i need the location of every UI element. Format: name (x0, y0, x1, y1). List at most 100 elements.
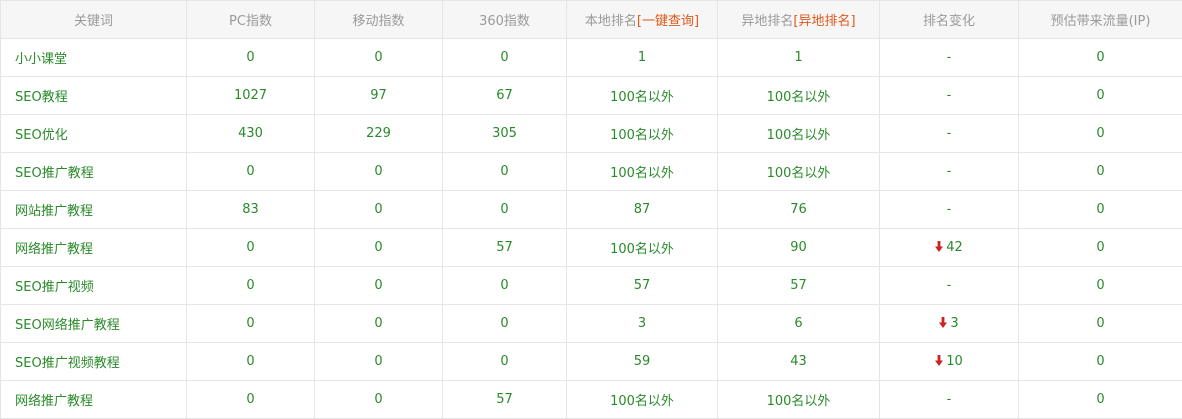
cell-keyword: 网络推广教程 (1, 381, 187, 419)
cell-mobile-index: 229 (315, 115, 443, 153)
cell-estimated-traffic: 0 (1019, 229, 1182, 267)
table-row: SEO网络推广教程0003630 (1, 305, 1182, 343)
table-row: 小小课堂00011-0 (1, 39, 1182, 77)
cell-estimated-traffic: 0 (1019, 267, 1182, 305)
cell-mobile-index: 0 (315, 229, 443, 267)
cell-estimated-traffic: 0 (1019, 39, 1182, 77)
cell-remote-rank: 90 (718, 229, 880, 267)
cell-rank-change: 10 (880, 343, 1019, 381)
cell-remote-rank: 100名以外 (718, 381, 880, 419)
cell-local-rank: 100名以外 (567, 115, 718, 153)
header-remote-rank-label: 异地排名 (741, 14, 793, 29)
cell-pc-index: 0 (187, 305, 315, 343)
cell-pc-index: 1027 (187, 77, 315, 115)
table-row: SEO教程10279767100名以外100名以外-0 (1, 77, 1182, 115)
header-remote-rank: 异地排名[异地排名] (718, 1, 880, 39)
cell-pc-index: 430 (187, 115, 315, 153)
cell-estimated-traffic: 0 (1019, 305, 1182, 343)
cell-360-index: 0 (443, 267, 567, 305)
cell-360-index: 0 (443, 305, 567, 343)
table-row: SEO推广视频0005757-0 (1, 267, 1182, 305)
cell-remote-rank: 100名以外 (718, 77, 880, 115)
cell-estimated-traffic: 0 (1019, 191, 1182, 229)
cell-remote-rank: 43 (718, 343, 880, 381)
cell-local-rank: 100名以外 (567, 381, 718, 419)
cell-local-rank: 100名以外 (567, 77, 718, 115)
cell-keyword: SEO教程 (1, 77, 187, 115)
header-pc-index: PC指数 (187, 1, 315, 39)
cell-mobile-index: 0 (315, 153, 443, 191)
cell-rank-change: - (880, 115, 1019, 153)
cell-pc-index: 83 (187, 191, 315, 229)
cell-pc-index: 0 (187, 267, 315, 305)
cell-keyword: 小小课堂 (1, 39, 187, 77)
one-click-query-link[interactable]: [一键查询] (637, 14, 699, 29)
cell-rank-change: - (880, 381, 1019, 419)
table-header: 关键词 PC指数 移动指数 360指数 本地排名[一键查询] 异地排名[异地排名… (1, 1, 1182, 39)
cell-keyword: SEO网络推广教程 (1, 305, 187, 343)
cell-mobile-index: 0 (315, 343, 443, 381)
table-body: 小小课堂00011-0SEO教程10279767100名以外100名以外-0SE… (1, 39, 1182, 419)
cell-mobile-index: 0 (315, 381, 443, 419)
arrow-down-icon (939, 316, 947, 331)
cell-estimated-traffic: 0 (1019, 115, 1182, 153)
cell-keyword: SEO推广教程 (1, 153, 187, 191)
cell-360-index: 0 (443, 343, 567, 381)
rank-change-value: 42 (946, 240, 963, 255)
cell-360-index: 0 (443, 39, 567, 77)
header-mobile-index: 移动指数 (315, 1, 443, 39)
cell-rank-change: - (880, 77, 1019, 115)
cell-local-rank: 1 (567, 39, 718, 77)
header-local-rank-label: 本地排名 (585, 14, 637, 29)
cell-360-index: 0 (443, 191, 567, 229)
table-row: SEO推广教程000100名以外100名以外-0 (1, 153, 1182, 191)
cell-rank-change: - (880, 153, 1019, 191)
cell-mobile-index: 97 (315, 77, 443, 115)
cell-estimated-traffic: 0 (1019, 153, 1182, 191)
cell-rank-change: - (880, 267, 1019, 305)
cell-local-rank: 100名以外 (567, 229, 718, 267)
cell-estimated-traffic: 0 (1019, 381, 1182, 419)
cell-mobile-index: 0 (315, 267, 443, 305)
cell-remote-rank: 76 (718, 191, 880, 229)
cell-keyword: SEO推广视频 (1, 267, 187, 305)
cell-rank-change: - (880, 191, 1019, 229)
remote-rank-link[interactable]: [异地排名] (793, 14, 855, 29)
table-row: 网络推广教程0057100名以外90420 (1, 229, 1182, 267)
cell-360-index: 57 (443, 381, 567, 419)
table-row: SEO优化430229305100名以外100名以外-0 (1, 115, 1182, 153)
header-row: 关键词 PC指数 移动指数 360指数 本地排名[一键查询] 异地排名[异地排名… (1, 1, 1182, 39)
cell-keyword: 网络推广教程 (1, 229, 187, 267)
cell-360-index: 305 (443, 115, 567, 153)
cell-remote-rank: 100名以外 (718, 153, 880, 191)
table-row: SEO推广视频教程0005943100 (1, 343, 1182, 381)
cell-keyword: SEO优化 (1, 115, 187, 153)
cell-local-rank: 59 (567, 343, 718, 381)
cell-360-index: 57 (443, 229, 567, 267)
cell-rank-change: 3 (880, 305, 1019, 343)
header-keyword: 关键词 (1, 1, 187, 39)
cell-estimated-traffic: 0 (1019, 77, 1182, 115)
cell-remote-rank: 6 (718, 305, 880, 343)
cell-rank-change: 42 (880, 229, 1019, 267)
cell-pc-index: 0 (187, 153, 315, 191)
cell-keyword: 网站推广教程 (1, 191, 187, 229)
table-row: 网络推广教程0057100名以外100名以外-0 (1, 381, 1182, 419)
table-row: 网站推广教程83008776-0 (1, 191, 1182, 229)
cell-local-rank: 87 (567, 191, 718, 229)
cell-mobile-index: 0 (315, 39, 443, 77)
cell-pc-index: 0 (187, 343, 315, 381)
cell-pc-index: 0 (187, 229, 315, 267)
cell-mobile-index: 0 (315, 305, 443, 343)
cell-remote-rank: 57 (718, 267, 880, 305)
cell-remote-rank: 100名以外 (718, 115, 880, 153)
cell-local-rank: 3 (567, 305, 718, 343)
cell-keyword: SEO推广视频教程 (1, 343, 187, 381)
cell-local-rank: 57 (567, 267, 718, 305)
cell-rank-change: - (880, 39, 1019, 77)
cell-mobile-index: 0 (315, 191, 443, 229)
cell-estimated-traffic: 0 (1019, 343, 1182, 381)
header-local-rank: 本地排名[一键查询] (567, 1, 718, 39)
keyword-rank-table: 关键词 PC指数 移动指数 360指数 本地排名[一键查询] 异地排名[异地排名… (0, 0, 1182, 419)
rank-change-value: 10 (946, 354, 963, 369)
